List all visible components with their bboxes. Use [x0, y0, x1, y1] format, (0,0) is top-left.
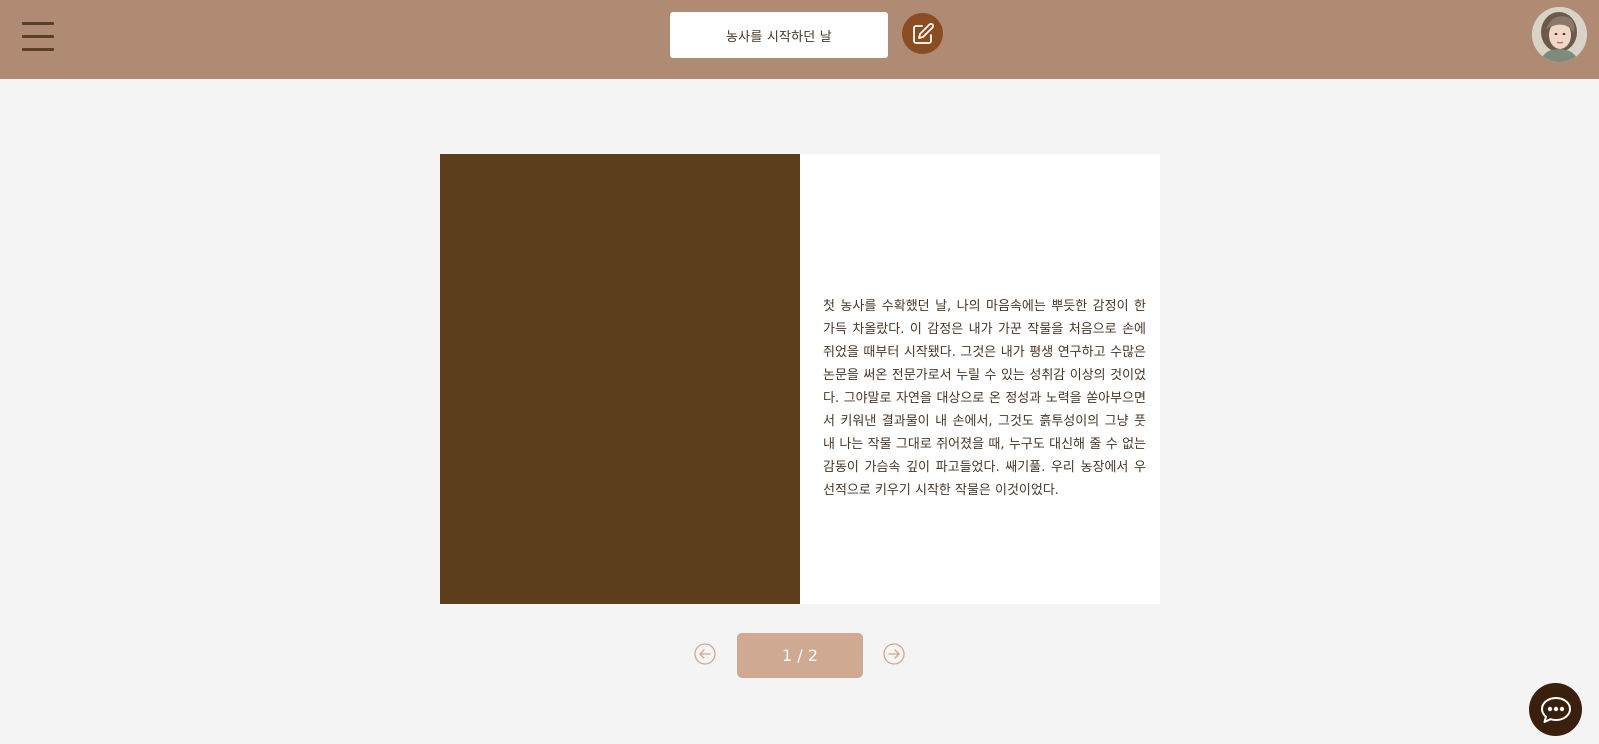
- hamburger-menu-icon[interactable]: [20, 18, 56, 56]
- chat-button[interactable]: [1529, 683, 1582, 736]
- arrow-right-circle-icon: [883, 643, 905, 665]
- chat-bubble-icon: [1540, 696, 1571, 723]
- edit-button[interactable]: [902, 13, 943, 54]
- left-page-image: [440, 154, 800, 604]
- prev-page-button[interactable]: [694, 643, 716, 665]
- next-page-button[interactable]: [883, 643, 905, 665]
- book-spread: 첫 농사를 수확했던 날, 나의 마음속에는 뿌듯한 감정이 한가득 차올랐다.…: [440, 154, 1160, 604]
- menu-line: [22, 22, 54, 25]
- avatar[interactable]: [1532, 7, 1587, 62]
- menu-line: [22, 48, 54, 51]
- page-indicator: 1 / 2: [737, 633, 863, 678]
- arrow-left-circle-icon: [694, 643, 716, 665]
- profile-photo: [1532, 7, 1587, 62]
- top-header: 농사를 시작하던 날: [0, 0, 1599, 79]
- page-body-text: 첫 농사를 수확했던 날, 나의 마음속에는 뿌듯한 감정이 한가득 차올랐다.…: [823, 299, 1146, 498]
- menu-line: [22, 35, 54, 38]
- book-title: 농사를 시작하던 날: [670, 12, 888, 58]
- right-page: 첫 농사를 수확했던 날, 나의 마음속에는 뿌듯한 감정이 한가득 차올랐다.…: [800, 154, 1160, 604]
- edit-icon: [912, 22, 934, 44]
